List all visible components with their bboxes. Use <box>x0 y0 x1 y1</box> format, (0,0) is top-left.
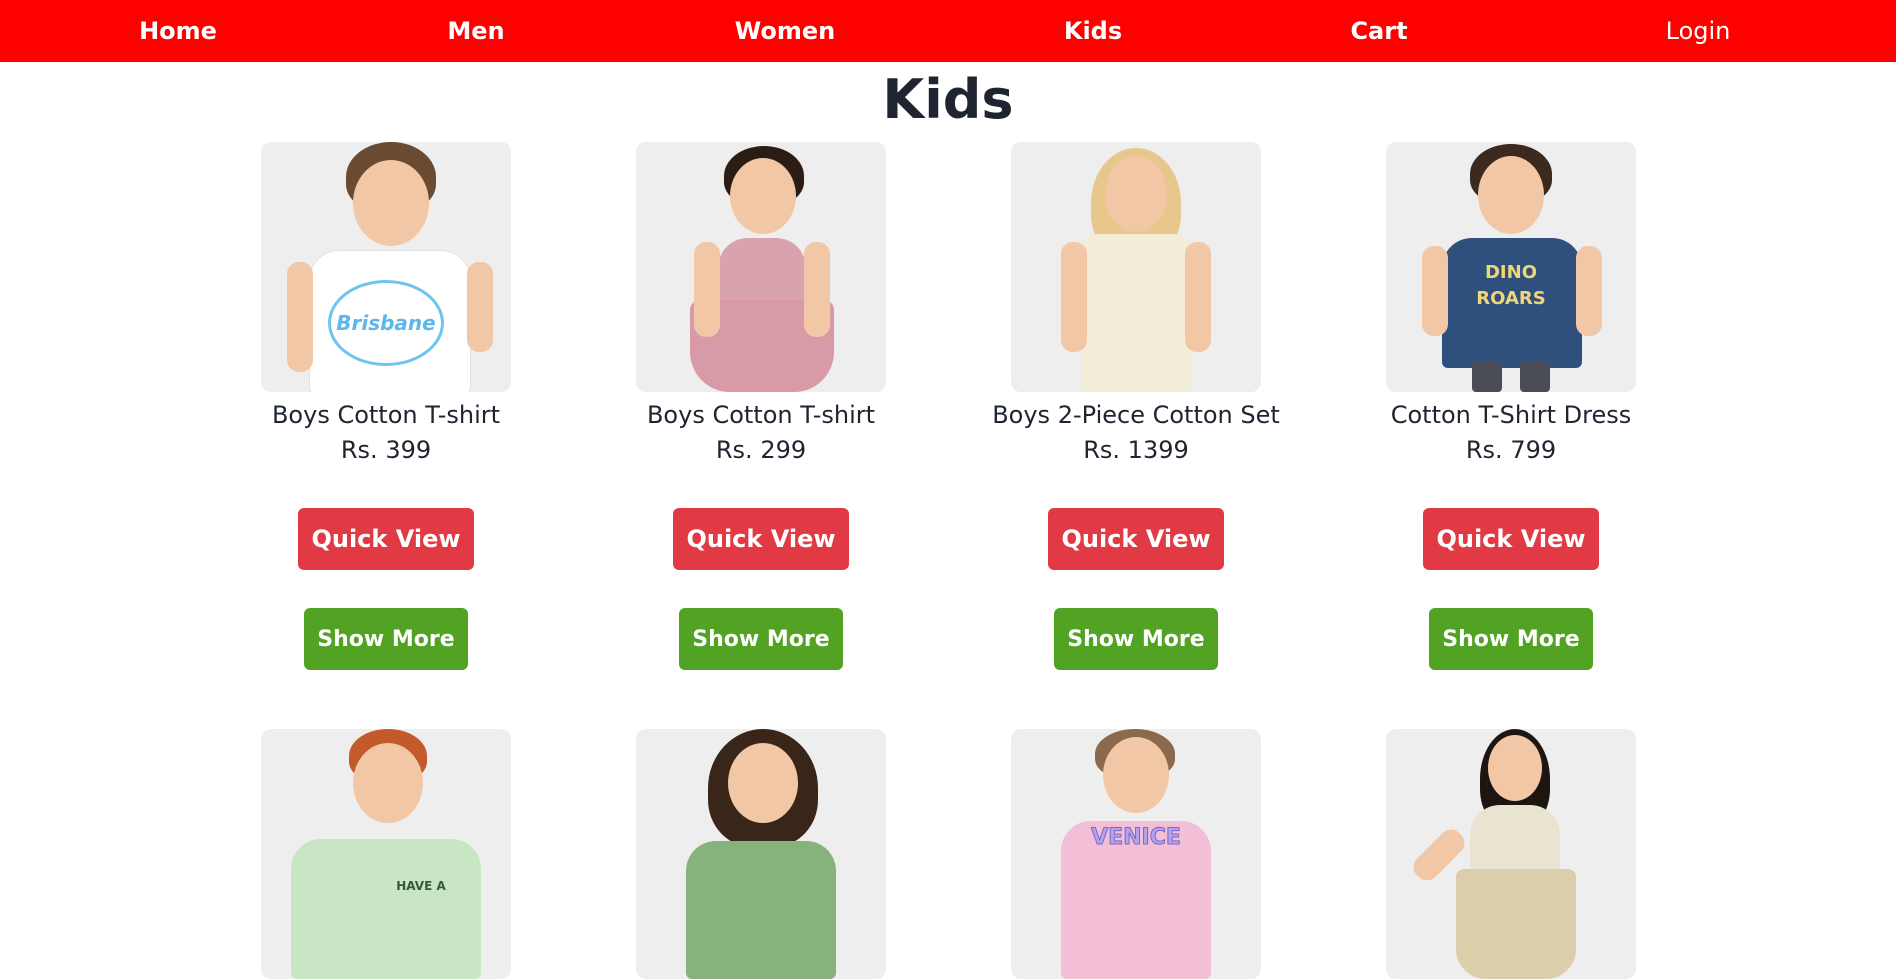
product-price: Rs. 399 <box>340 436 432 464</box>
product-card <box>611 729 911 979</box>
product-image[interactable] <box>1011 142 1261 392</box>
shirt-print: VENICE <box>1091 825 1182 851</box>
show-more-button[interactable]: Show More <box>1054 608 1218 670</box>
product-image[interactable]: VENICE <box>1011 729 1261 979</box>
product-name: Boys 2-Piece Cotton Set <box>992 401 1280 429</box>
product-name: Boys Cotton T-shirt <box>271 401 501 429</box>
show-more-button[interactable]: Show More <box>1429 608 1593 670</box>
nav-women-link[interactable]: Women <box>735 0 835 62</box>
product-card: HAVE A <box>236 729 536 979</box>
quick-view-button[interactable]: Quick View <box>1048 508 1224 570</box>
product-card: VENICE <box>986 729 1286 979</box>
product-price: Rs. 299 <box>715 436 807 464</box>
product-image[interactable]: HAVE A <box>261 729 511 979</box>
page-title: Kids <box>882 68 1014 131</box>
quick-view-button[interactable]: Quick View <box>298 508 474 570</box>
quick-view-button[interactable]: Quick View <box>673 508 849 570</box>
product-price: Rs. 799 <box>1465 436 1557 464</box>
product-card: Boys Cotton T-shirt Rs. 299 Quick View S… <box>611 142 911 670</box>
product-image[interactable]: Brisbane <box>261 142 511 392</box>
product-card: Brisbane Boys Cotton T-shirt Rs. 399 Qui… <box>236 142 536 670</box>
shirt-print: HAVE A <box>396 879 446 893</box>
nav-men-link[interactable]: Men <box>447 0 504 62</box>
product-price: Rs. 1399 <box>1083 436 1189 464</box>
product-image[interactable] <box>1386 729 1636 979</box>
product-card <box>1361 729 1661 979</box>
show-more-button[interactable]: Show More <box>679 608 843 670</box>
nav-cart-link[interactable]: Cart <box>1350 0 1407 62</box>
nav-home-link[interactable]: Home <box>139 0 217 62</box>
quick-view-button[interactable]: Quick View <box>1423 508 1599 570</box>
product-image[interactable] <box>636 729 886 979</box>
top-navbar: Home Men Women Kids Cart Login <box>0 0 1896 62</box>
shirt-print: Brisbane <box>328 280 444 366</box>
product-image[interactable] <box>636 142 886 392</box>
product-card: DINO ROARS Cotton T-Shirt Dress Rs. 799 … <box>1361 142 1661 670</box>
product-image[interactable]: DINO ROARS <box>1386 142 1636 392</box>
nav-login-link[interactable]: Login <box>1666 0 1731 62</box>
show-more-button[interactable]: Show More <box>304 608 468 670</box>
shirt-print: DINO ROARS <box>1476 262 1546 309</box>
product-card: Boys 2-Piece Cotton Set Rs. 1399 Quick V… <box>986 142 1286 670</box>
product-name: Boys Cotton T-shirt <box>646 401 876 429</box>
product-name: Cotton T-Shirt Dress <box>1390 401 1632 429</box>
nav-kids-link[interactable]: Kids <box>1064 0 1122 62</box>
